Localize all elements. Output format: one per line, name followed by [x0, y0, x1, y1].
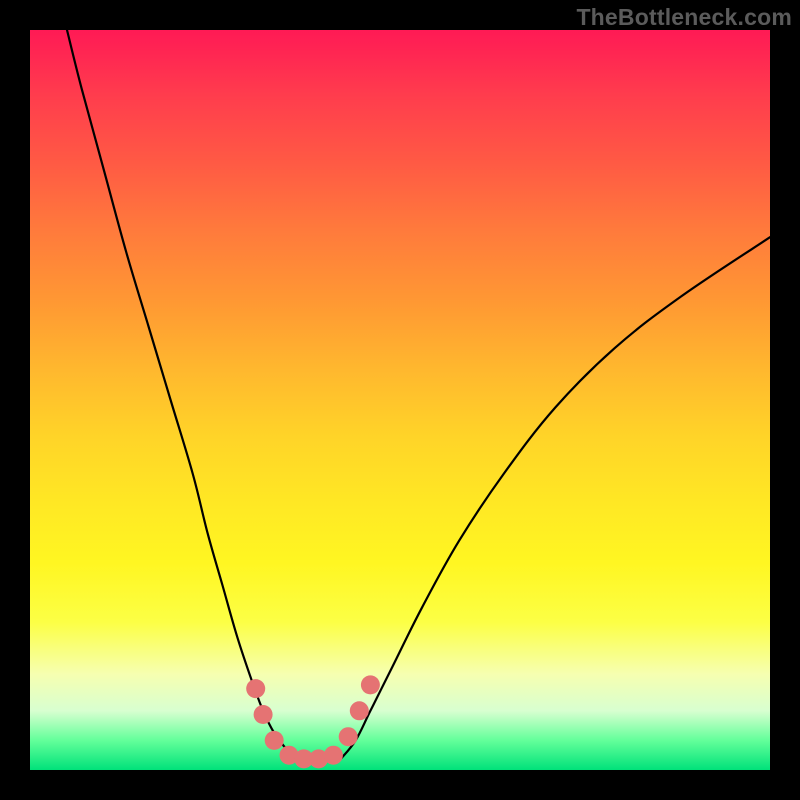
trough-marker [324, 746, 343, 765]
curve-left-branch [67, 30, 296, 759]
chart-frame: TheBottleneck.com [0, 0, 800, 800]
trough-marker [339, 727, 358, 746]
plot-area [30, 30, 770, 770]
trough-marker [350, 701, 369, 720]
curve-right-branch [341, 237, 770, 759]
trough-marker [361, 675, 380, 694]
curve-layer [30, 30, 770, 770]
trough-marker [265, 731, 284, 750]
trough-marker [254, 705, 273, 724]
watermark-text: TheBottleneck.com [576, 4, 792, 31]
trough-marker [246, 679, 265, 698]
trough-markers [246, 675, 380, 768]
